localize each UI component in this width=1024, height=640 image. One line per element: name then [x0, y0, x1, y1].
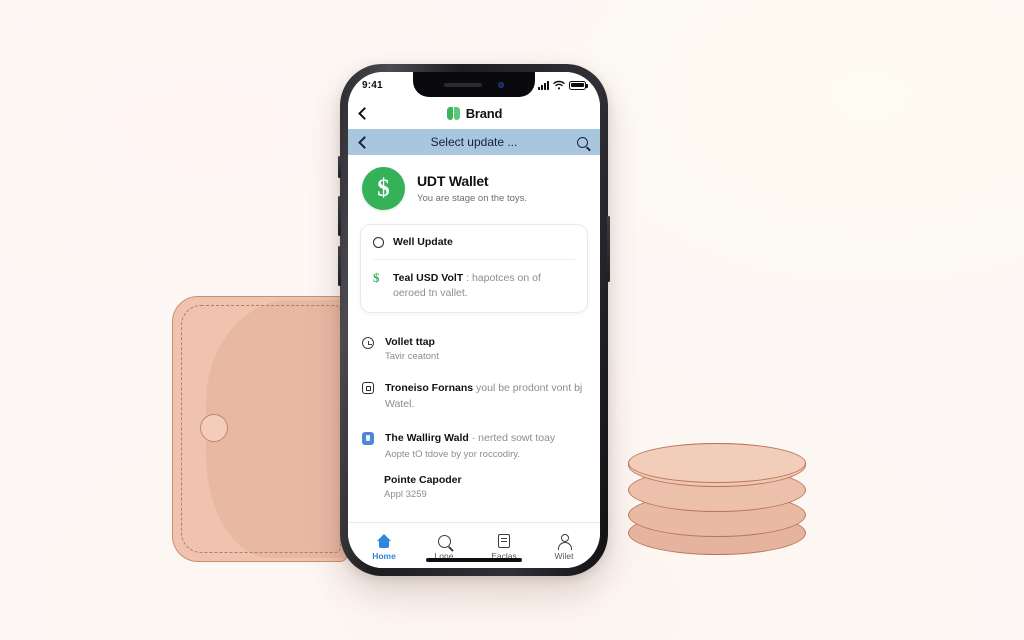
brand-header: Brand	[348, 98, 600, 129]
list-item[interactable]: The Wallirg Wald · nerted sowt toay Aopt…	[362, 422, 586, 470]
tab-wallet[interactable]: Wilet	[538, 534, 590, 561]
card-row-text: Teal USD VolT : hapotces on of oeroed tn…	[393, 271, 575, 301]
wifi-icon	[553, 80, 565, 90]
volume-up-button[interactable]	[338, 196, 341, 236]
tail-block[interactable]: Pointe Capoder Appl 3259	[348, 470, 600, 500]
wallet-hero: $ UDT Wallet You are stage on the toys.	[348, 155, 600, 220]
dollar-glyph: $	[377, 175, 390, 202]
coin-stack-illustration	[628, 443, 806, 555]
list-item-title: The Wallirg Wald	[385, 431, 469, 444]
select-back-chevron-icon[interactable]	[358, 135, 371, 149]
status-clock: 9:41	[362, 79, 383, 91]
brand-name: Brand	[465, 106, 503, 121]
tab-home[interactable]: Home	[358, 534, 410, 561]
wallet-subtitle: You are stage on the toys.	[417, 193, 528, 204]
search-icon[interactable]	[577, 136, 588, 148]
wallet-snap-button	[200, 414, 228, 442]
person-icon	[557, 534, 572, 550]
wallet-title: UDT Wallet	[417, 173, 489, 189]
list-item-muted: · nerted sowt toay	[468, 431, 556, 444]
status-icon-group	[538, 80, 588, 90]
circle-outline-icon	[373, 237, 384, 248]
tab-label: Home	[372, 551, 396, 561]
info-list: Vollet ttap Tavir ceatont Troneiso Forna…	[348, 325, 600, 470]
phone-screen: 9:41 Brand Select update ... $ UDT Walle…	[348, 72, 600, 568]
dollar-sign-icon: $	[362, 167, 405, 210]
update-card: Well Update $ Teal USD VolT : hapotces o…	[360, 224, 588, 314]
leather-wallet-illustration	[172, 296, 348, 562]
list-item-text: The Wallirg Wald · nerted sowt toay Aopt…	[385, 431, 555, 460]
coin-top-face	[628, 443, 806, 483]
wallet-hero-text: UDT Wallet You are stage on the toys.	[417, 173, 527, 204]
home-indicator[interactable]	[426, 558, 522, 562]
list-item-title: Vollet ttap	[385, 336, 435, 349]
document-icon	[498, 534, 510, 548]
list-item[interactable]: Troneiso Fornans youl be prodont vont bj…	[362, 372, 586, 421]
select-update-label: Select update ...	[430, 135, 518, 149]
list-item[interactable]: Vollet ttap Tavir ceatont	[362, 327, 586, 372]
list-item-subtitle: Tavir ceatont	[385, 351, 439, 363]
signal-bars-icon	[538, 80, 549, 90]
power-button[interactable]	[607, 216, 610, 282]
list-item-line: The Wallirg Wald · nerted sowt toay	[385, 431, 555, 446]
volume-down-button[interactable]	[338, 246, 341, 286]
tab-label: Wilet	[554, 551, 574, 561]
phone-notch	[413, 72, 535, 97]
tail-title: Pointe Capoder	[384, 474, 462, 487]
screen-content: $ UDT Wallet You are stage on the toys. …	[348, 155, 600, 522]
select-update-bar[interactable]: Select update ...	[348, 129, 600, 155]
tab-loans[interactable]: Lone	[418, 534, 470, 561]
dollar-sign-icon: $	[373, 270, 380, 285]
card-row-well-update[interactable]: Well Update	[361, 225, 587, 259]
blue-card-icon	[362, 431, 376, 445]
card-row-bold: Teal USD VolT	[393, 272, 464, 284]
card-row-label: Well Update	[393, 236, 453, 248]
list-item-text: Vollet ttap Tavir ceatont	[385, 336, 439, 362]
phone-device: 9:41 Brand Select update ... $ UDT Walle…	[338, 64, 610, 576]
battery-icon	[569, 80, 588, 90]
tab-exchanges[interactable]: Eaclas	[478, 534, 530, 561]
front-camera-icon	[498, 81, 504, 88]
list-item-title: Troneiso Fornans	[385, 382, 474, 395]
list-item-text: Troneiso Fornans youl be prodont vont bj…	[385, 381, 586, 411]
back-chevron-icon[interactable]	[358, 107, 371, 120]
list-item-subtitle: Aopte tO tdove by yor roccodiry.	[385, 449, 520, 461]
brand-title-group: Brand	[348, 106, 600, 121]
earpiece-speaker-icon	[444, 82, 482, 87]
home-icon	[376, 534, 392, 548]
clock-icon	[362, 337, 376, 350]
search-icon	[437, 534, 451, 548]
mute-switch-button[interactable]	[338, 156, 341, 178]
card-row-usd-vault[interactable]: $ Teal USD VolT : hapotces on of oeroed …	[361, 260, 587, 312]
transfer-square-icon	[362, 382, 376, 395]
tail-subtitle: Appl 3259	[384, 489, 427, 501]
leaf-logo-icon	[446, 106, 461, 121]
